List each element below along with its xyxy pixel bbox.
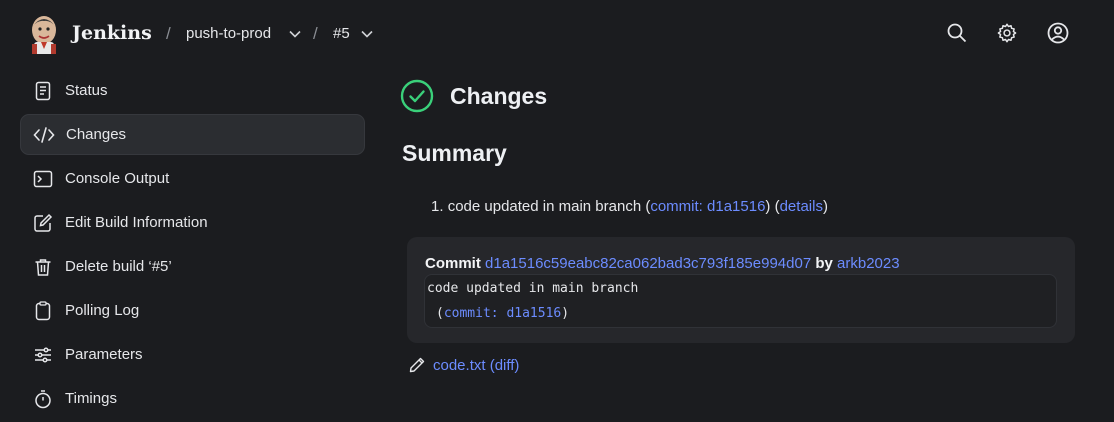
edit-icon <box>32 212 54 234</box>
sidebar-item-changes[interactable]: Changes <box>20 114 365 155</box>
sidebar-item-label: Timings <box>65 390 117 407</box>
commit-header: Commit d1a1516c59eabc82ca062bad3c793f185… <box>425 255 900 272</box>
paren: ) <box>561 306 570 321</box>
commit-message: code updated in main branch <box>427 281 639 296</box>
stopwatch-icon <box>32 388 54 410</box>
gear-icon[interactable] <box>996 22 1018 44</box>
status-icon <box>32 80 54 102</box>
brand-name[interactable]: Jenkins <box>72 22 152 44</box>
short-commit-link[interactable]: commit: d1a1516 <box>444 306 561 321</box>
sidebar-item-label: Delete build ‘#5’ <box>65 258 172 275</box>
page-title: Changes <box>450 82 548 109</box>
chevron-down-icon[interactable] <box>360 27 374 41</box>
breadcrumb-build[interactable]: #5 <box>333 25 350 42</box>
paren: ) <box>822 198 828 215</box>
sidebar-item-timings[interactable]: Timings <box>20 378 365 419</box>
sidebar-item-label: Console Output <box>65 170 170 187</box>
by-label: by <box>815 255 833 272</box>
sidebar-item-label: Edit Build Information <box>65 214 208 231</box>
change-number: 1. <box>431 198 444 215</box>
change-message: code updated in main branch <box>447 198 642 215</box>
top-header: Jenkins / push-to-prod / #5 <box>0 0 1114 70</box>
commit-message-box: code updated in main branch (commit: d1a… <box>424 274 1057 328</box>
author-link[interactable]: arkb2023 <box>837 255 900 272</box>
clipboard-icon <box>32 300 54 322</box>
commit-hash-link[interactable]: d1a1516c59eabc82ca062bad3c793f185e994d07 <box>485 255 811 272</box>
breadcrumb-separator: / <box>313 24 318 43</box>
chevron-down-icon[interactable] <box>288 27 302 41</box>
sidebar-item-polling-log[interactable]: Polling Log <box>20 290 365 331</box>
change-list-item: 1. code updated in main branch (commit: … <box>431 198 828 215</box>
breadcrumb-separator: / <box>166 24 171 43</box>
trash-icon <box>32 256 54 278</box>
pencil-icon <box>409 357 425 373</box>
file-link[interactable]: code.txt <box>433 357 486 374</box>
sidebar-item-label: Parameters <box>65 346 143 363</box>
sidebar: Status Changes Console Output Edit Build… <box>20 70 365 422</box>
sidebar-item-edit-build-information[interactable]: Edit Build Information <box>20 202 365 243</box>
sidebar-item-label: Changes <box>66 126 127 143</box>
search-icon[interactable] <box>946 22 968 44</box>
sidebar-item-label: Status <box>65 82 108 99</box>
jenkins-logo-icon[interactable] <box>28 14 60 54</box>
main-content: Changes Summary 1. code updated in main … <box>400 78 1080 374</box>
breadcrumb-job[interactable]: push-to-prod <box>186 25 271 42</box>
summary-heading: Summary <box>402 140 507 166</box>
paren: ) ( <box>765 198 780 215</box>
commit-label: Commit <box>425 255 481 272</box>
sidebar-item-parameters[interactable]: Parameters <box>20 334 365 375</box>
terminal-icon <box>32 168 54 190</box>
details-link[interactable]: details <box>780 198 823 215</box>
success-check-icon <box>400 79 434 113</box>
user-icon[interactable] <box>1047 22 1069 44</box>
sidebar-item-status[interactable]: Status <box>20 70 365 111</box>
code-icon <box>33 124 55 146</box>
sidebar-item-console-output[interactable]: Console Output <box>20 158 365 199</box>
commit-short-ref: (commit: d1a1516) <box>436 306 569 321</box>
paren: ( <box>436 306 444 321</box>
sidebar-item-delete-build[interactable]: Delete build ‘#5’ <box>20 246 365 287</box>
changed-file-row: code.txt (diff) <box>408 356 519 374</box>
diff-link[interactable]: (diff) <box>490 357 520 374</box>
commit-link[interactable]: commit: d1a1516 <box>650 198 765 215</box>
sidebar-item-label: Polling Log <box>65 302 140 319</box>
commit-card: Commit d1a1516c59eabc82ca062bad3c793f185… <box>407 237 1075 343</box>
sliders-icon <box>32 344 54 366</box>
